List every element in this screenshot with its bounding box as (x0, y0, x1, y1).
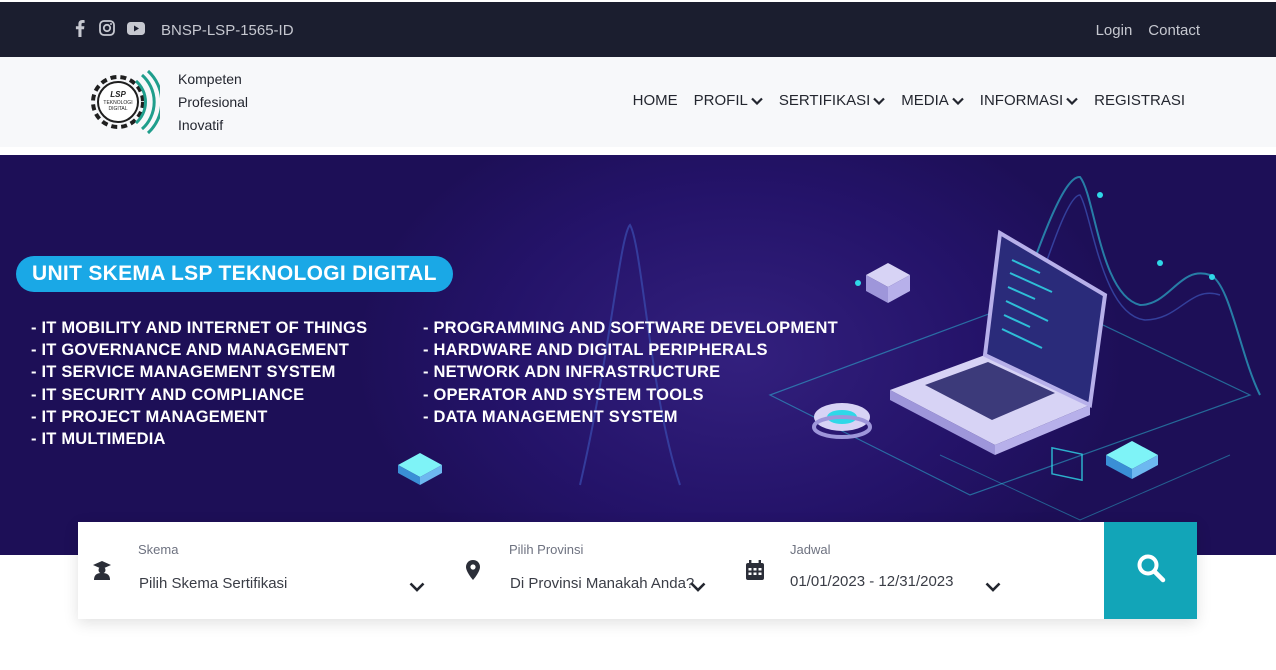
cube-top (866, 263, 910, 303)
skema-item: - PROGRAMMING AND SOFTWARE DEVELOPMENT (423, 319, 838, 337)
skema-item: - OPERATOR AND SYSTEM TOOLS (423, 385, 704, 404)
search-box: Skema Pilih Skema Sertifikasi Pilih Prov… (78, 522, 1197, 619)
logo-text-1: LSP (110, 90, 126, 99)
search-icon (1136, 553, 1166, 588)
accreditation-code: BNSP-LSP-1565-ID (161, 22, 294, 39)
contact-link[interactable]: Contact (1148, 22, 1200, 39)
chevron-down-icon (952, 97, 964, 105)
nav-sertifikasi[interactable]: SERTIFIKASI (778, 92, 886, 109)
nav-label: HOME (632, 92, 678, 109)
search-button[interactable] (1104, 522, 1197, 619)
provinsi-label: Pilih Provinsi (509, 542, 584, 557)
skema-item: - IT MULTIMEDIA (31, 430, 166, 449)
nav-label: MEDIA (901, 92, 949, 109)
tagline: Kompeten Profesional Inovatif (178, 68, 248, 137)
jadwal-value: 01/01/2023 - 12/31/2023 (790, 573, 954, 590)
nav-registrasi[interactable]: REGISTRASI (1094, 92, 1185, 109)
calendar-icon (746, 560, 764, 585)
skema-list-left: - IT MOBILITY AND INTERNET OF THINGS - I… (31, 317, 367, 450)
chevron-down-icon (409, 579, 425, 597)
main-header: LSP TEKNOLOGI DIGITAL Kompeten Profesion… (0, 57, 1276, 147)
skema-item: - IT SECURITY AND COMPLIANCE (31, 385, 305, 404)
logo-text-3: DIGITAL (108, 106, 127, 112)
skema-item: - IT MOBILITY AND INTERNET OF THINGS (31, 319, 368, 337)
nav-home[interactable]: HOME (633, 92, 678, 109)
tagline-line: Inovatif (178, 117, 224, 133)
chevron-down-icon (751, 97, 763, 105)
graduate-icon (92, 560, 112, 585)
skema-item: - HARDWARE AND DIGITAL PERIPHERALS (423, 341, 768, 360)
nav-informasi[interactable]: INFORMASI (980, 92, 1078, 109)
top-bar: BNSP-LSP-1565-ID Login Contact (0, 0, 1276, 57)
provinsi-select[interactable]: Pilih Provinsi Di Provinsi Manakah Anda? (448, 522, 738, 619)
skema-item: - IT SERVICE MANAGEMENT SYSTEM (31, 363, 336, 382)
map-pin-icon (466, 560, 480, 585)
skema-label: Skema (138, 542, 179, 557)
skema-list-right: - PROGRAMMING AND SOFTWARE DEVELOPMENT -… (423, 317, 838, 428)
nav-label: PROFIL (693, 92, 748, 109)
instagram-icon[interactable] (99, 20, 115, 41)
chevron-down-icon (1066, 97, 1078, 105)
unit-skema-badge: UNIT SKEMA LSP TEKNOLOGI DIGITAL (16, 256, 453, 292)
jadwal-label: Jadwal (790, 542, 831, 557)
nav-media[interactable]: MEDIA (901, 92, 964, 109)
skema-item: - IT PROJECT MANAGEMENT (31, 407, 268, 426)
skema-select[interactable]: Skema Pilih Skema Sertifikasi (78, 522, 448, 619)
youtube-icon[interactable] (127, 22, 145, 40)
hero-banner: UNIT SKEMA LSP TEKNOLOGI DIGITAL - IT MO… (0, 155, 1276, 555)
chevron-down-icon (985, 579, 1001, 597)
tagline-line: Profesional (178, 94, 249, 110)
top-links: Login Contact (1096, 22, 1200, 39)
login-link[interactable]: Login (1096, 22, 1133, 39)
nav-profil[interactable]: PROFIL (694, 92, 763, 109)
skema-item: - NETWORK ADN INFRASTRUCTURE (423, 363, 721, 382)
nav-label: INFORMASI (979, 92, 1064, 109)
chevron-down-icon (873, 97, 886, 105)
page: BNSP-LSP-1565-ID Login Contact LSP TEKNO… (0, 0, 1276, 670)
jadwal-select[interactable]: Jadwal 01/01/2023 - 12/31/2023 (738, 522, 1104, 619)
lsp-logo[interactable]: LSP TEKNOLOGI DIGITAL (86, 67, 164, 137)
skema-value: Pilih Skema Sertifikasi (139, 575, 288, 592)
nav-label: SERTIFIKASI (778, 92, 871, 109)
chevron-down-icon (690, 579, 706, 597)
main-nav: HOME PROFIL SERTIFIKASI MEDIA INFORMASI … (633, 92, 1185, 109)
tagline-line: Kompeten (178, 71, 242, 87)
skema-item: - DATA MANAGEMENT SYSTEM (423, 407, 678, 426)
nav-label: REGISTRASI (1094, 92, 1185, 109)
facebook-icon[interactable] (75, 20, 85, 42)
provinsi-value: Di Provinsi Manakah Anda? (510, 575, 695, 592)
cube-right (1106, 441, 1158, 479)
cube-left (398, 453, 442, 485)
skema-item: - IT GOVERNANCE AND MANAGEMENT (31, 341, 349, 360)
